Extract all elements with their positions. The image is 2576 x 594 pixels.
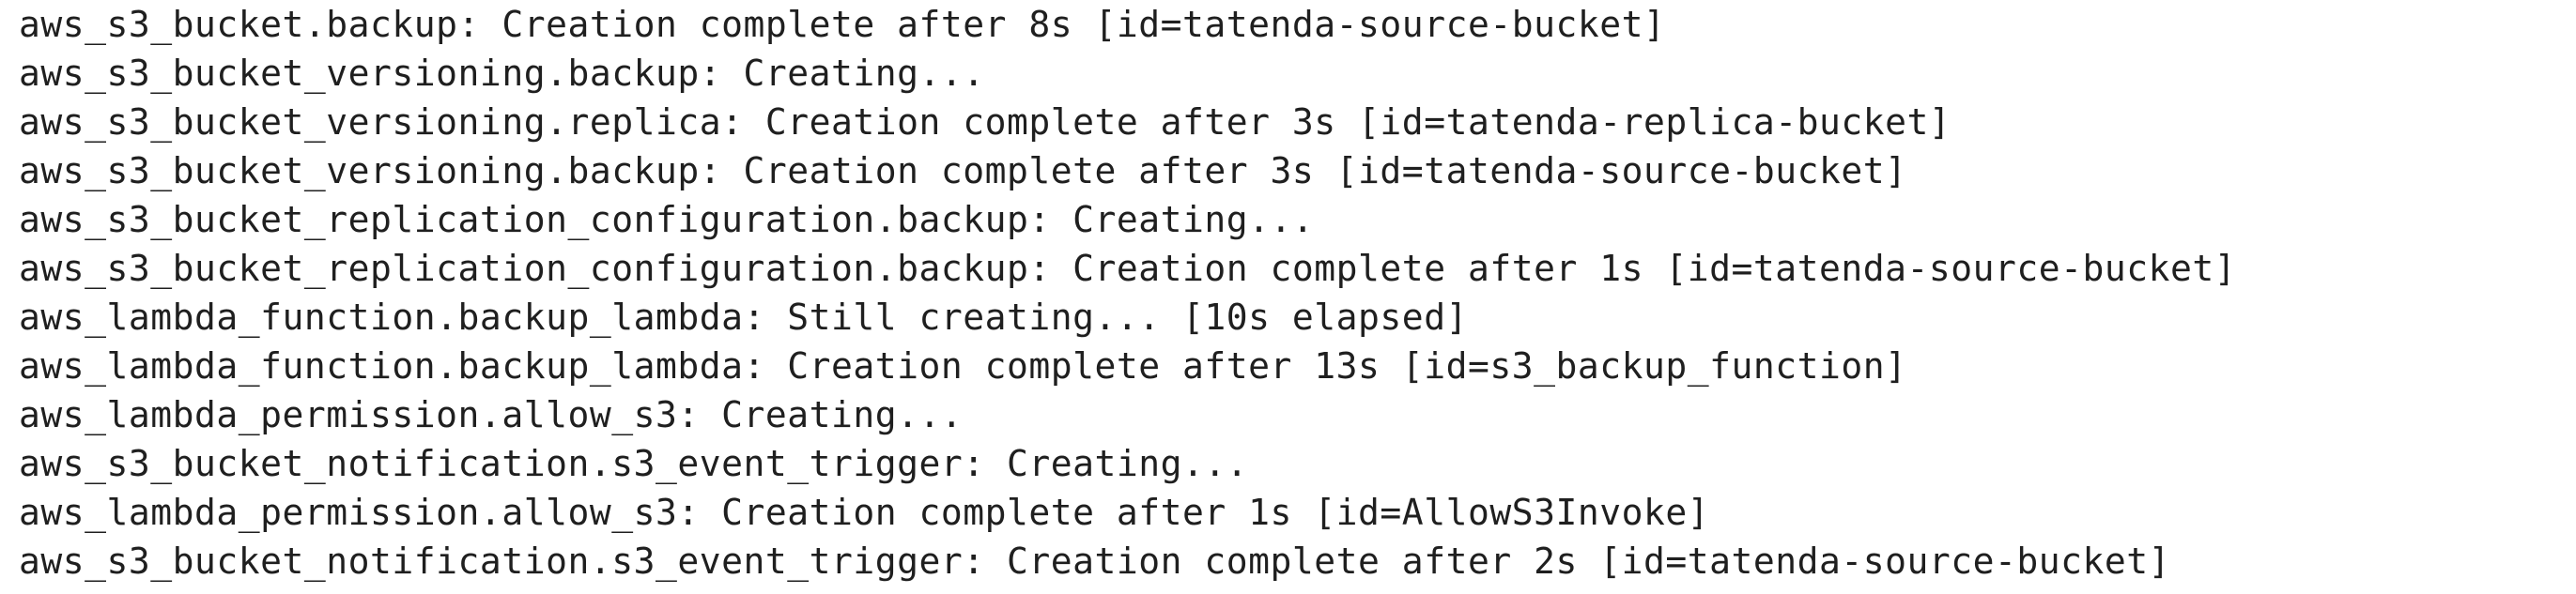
log-line: aws_lambda_permission.allow_s3: Creation… <box>19 492 1710 533</box>
log-line: aws_lambda_function.backup_lambda: Still… <box>19 297 1468 338</box>
terminal-output: aws_s3_bucket.backup: Creation complete … <box>19 0 2554 594</box>
log-line: aws_lambda_permission.allow_s3: Creating… <box>19 394 964 435</box>
log-line: aws_s3_bucket_notification.s3_event_trig… <box>19 443 1249 484</box>
log-line: aws_s3_bucket_versioning.backup: Creatin… <box>19 53 985 94</box>
log-line: aws_s3_bucket_notification.s3_event_trig… <box>19 541 2171 582</box>
log-line: aws_lambda_function.backup_lambda: Creat… <box>19 345 1907 387</box>
log-line: aws_s3_bucket_versioning.backup: Creatio… <box>19 150 1907 191</box>
log-line: aws_s3_bucket_replication_configuration.… <box>19 248 2237 289</box>
log-line: aws_s3_bucket_versioning.replica: Creati… <box>19 101 1951 143</box>
log-line: aws_s3_bucket.backup: Creation complete … <box>19 4 1666 45</box>
log-line: aws_s3_bucket_replication_configuration.… <box>19 199 1315 240</box>
